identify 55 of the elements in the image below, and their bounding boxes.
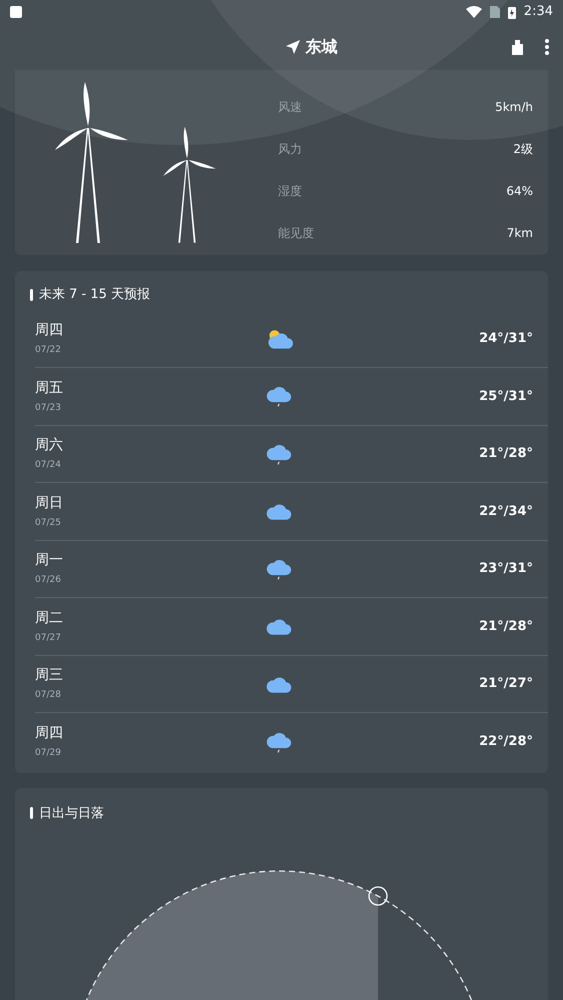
forecast-row[interactable]: 周四 07/29 22°/28° [35, 713, 548, 770]
forecast-row[interactable]: 周六 07/24 21°/28° [35, 426, 548, 483]
battery-charging-icon [508, 6, 516, 18]
sun-title: 日出与日落 [39, 804, 104, 822]
more-icon [545, 39, 549, 55]
date: 07/27 [35, 632, 62, 644]
title-marker [30, 288, 33, 301]
clock-time: 2:34 [524, 3, 553, 22]
city-title: 东城 [306, 36, 338, 58]
stat-label: 风力 [278, 140, 302, 158]
weekday: 周三 [35, 666, 64, 685]
wifi-icon [466, 6, 482, 18]
weekday: 周六 [35, 436, 64, 455]
location-arrow-icon [286, 40, 300, 54]
forecast-title: 未来 7 - 15 天预报 [39, 286, 150, 304]
temperature-range: 23°/31° [479, 560, 533, 578]
date: 07/24 [35, 459, 62, 472]
weekday: 周二 [35, 608, 64, 628]
temperature-range: 21°/28° [479, 445, 533, 463]
temperature-range: 21°/27° [479, 675, 533, 693]
date: 07/26 [35, 574, 62, 587]
date: 07/25 [35, 516, 62, 530]
forecast-row[interactable]: 周三 07/28 21°/27° [35, 656, 548, 713]
temperature-range: 22°/34° [479, 502, 533, 520]
stat-value: 64% [506, 182, 533, 200]
stat-label: 湿度 [278, 182, 302, 200]
date: 07/23 [35, 402, 62, 414]
weekday: 周四 [35, 724, 64, 743]
stat-label: 风速 [278, 98, 302, 116]
weekday: 周四 [35, 321, 64, 340]
date: 07/28 [35, 689, 62, 702]
notification-icon [10, 6, 22, 18]
temperature-range: 24°/31° [479, 330, 533, 348]
forecast-row[interactable]: 周二 07/27 21°/28° [35, 598, 548, 656]
buildings-icon [509, 39, 525, 55]
no-sim-icon [490, 6, 500, 18]
date: 07/29 [35, 747, 62, 760]
city-list-button[interactable] [509, 39, 525, 55]
forecast-row[interactable]: 周四 07/22 24°/31° [35, 310, 548, 368]
weekday: 周一 [35, 551, 64, 570]
stat-label: 能见度 [278, 224, 314, 242]
weekday: 周日 [35, 494, 64, 512]
forecast-row[interactable]: 周日 07/25 22°/34° [35, 483, 548, 540]
stat-value: 7km [506, 224, 533, 242]
date: 07/22 [35, 344, 62, 357]
title-marker [30, 807, 33, 820]
weekday: 周五 [35, 378, 64, 398]
temperature-range: 21°/28° [479, 618, 533, 636]
forecast-row[interactable]: 周五 07/23 25°/31° [35, 368, 548, 426]
stat-value: 2级 [513, 140, 533, 158]
temperature-range: 25°/31° [479, 388, 533, 406]
stat-value: 5km/h [495, 98, 533, 116]
temperature-range: 22°/28° [479, 733, 533, 751]
forecast-row[interactable]: 周一 07/26 23°/31° [35, 540, 548, 598]
menu-button[interactable] [545, 39, 549, 55]
